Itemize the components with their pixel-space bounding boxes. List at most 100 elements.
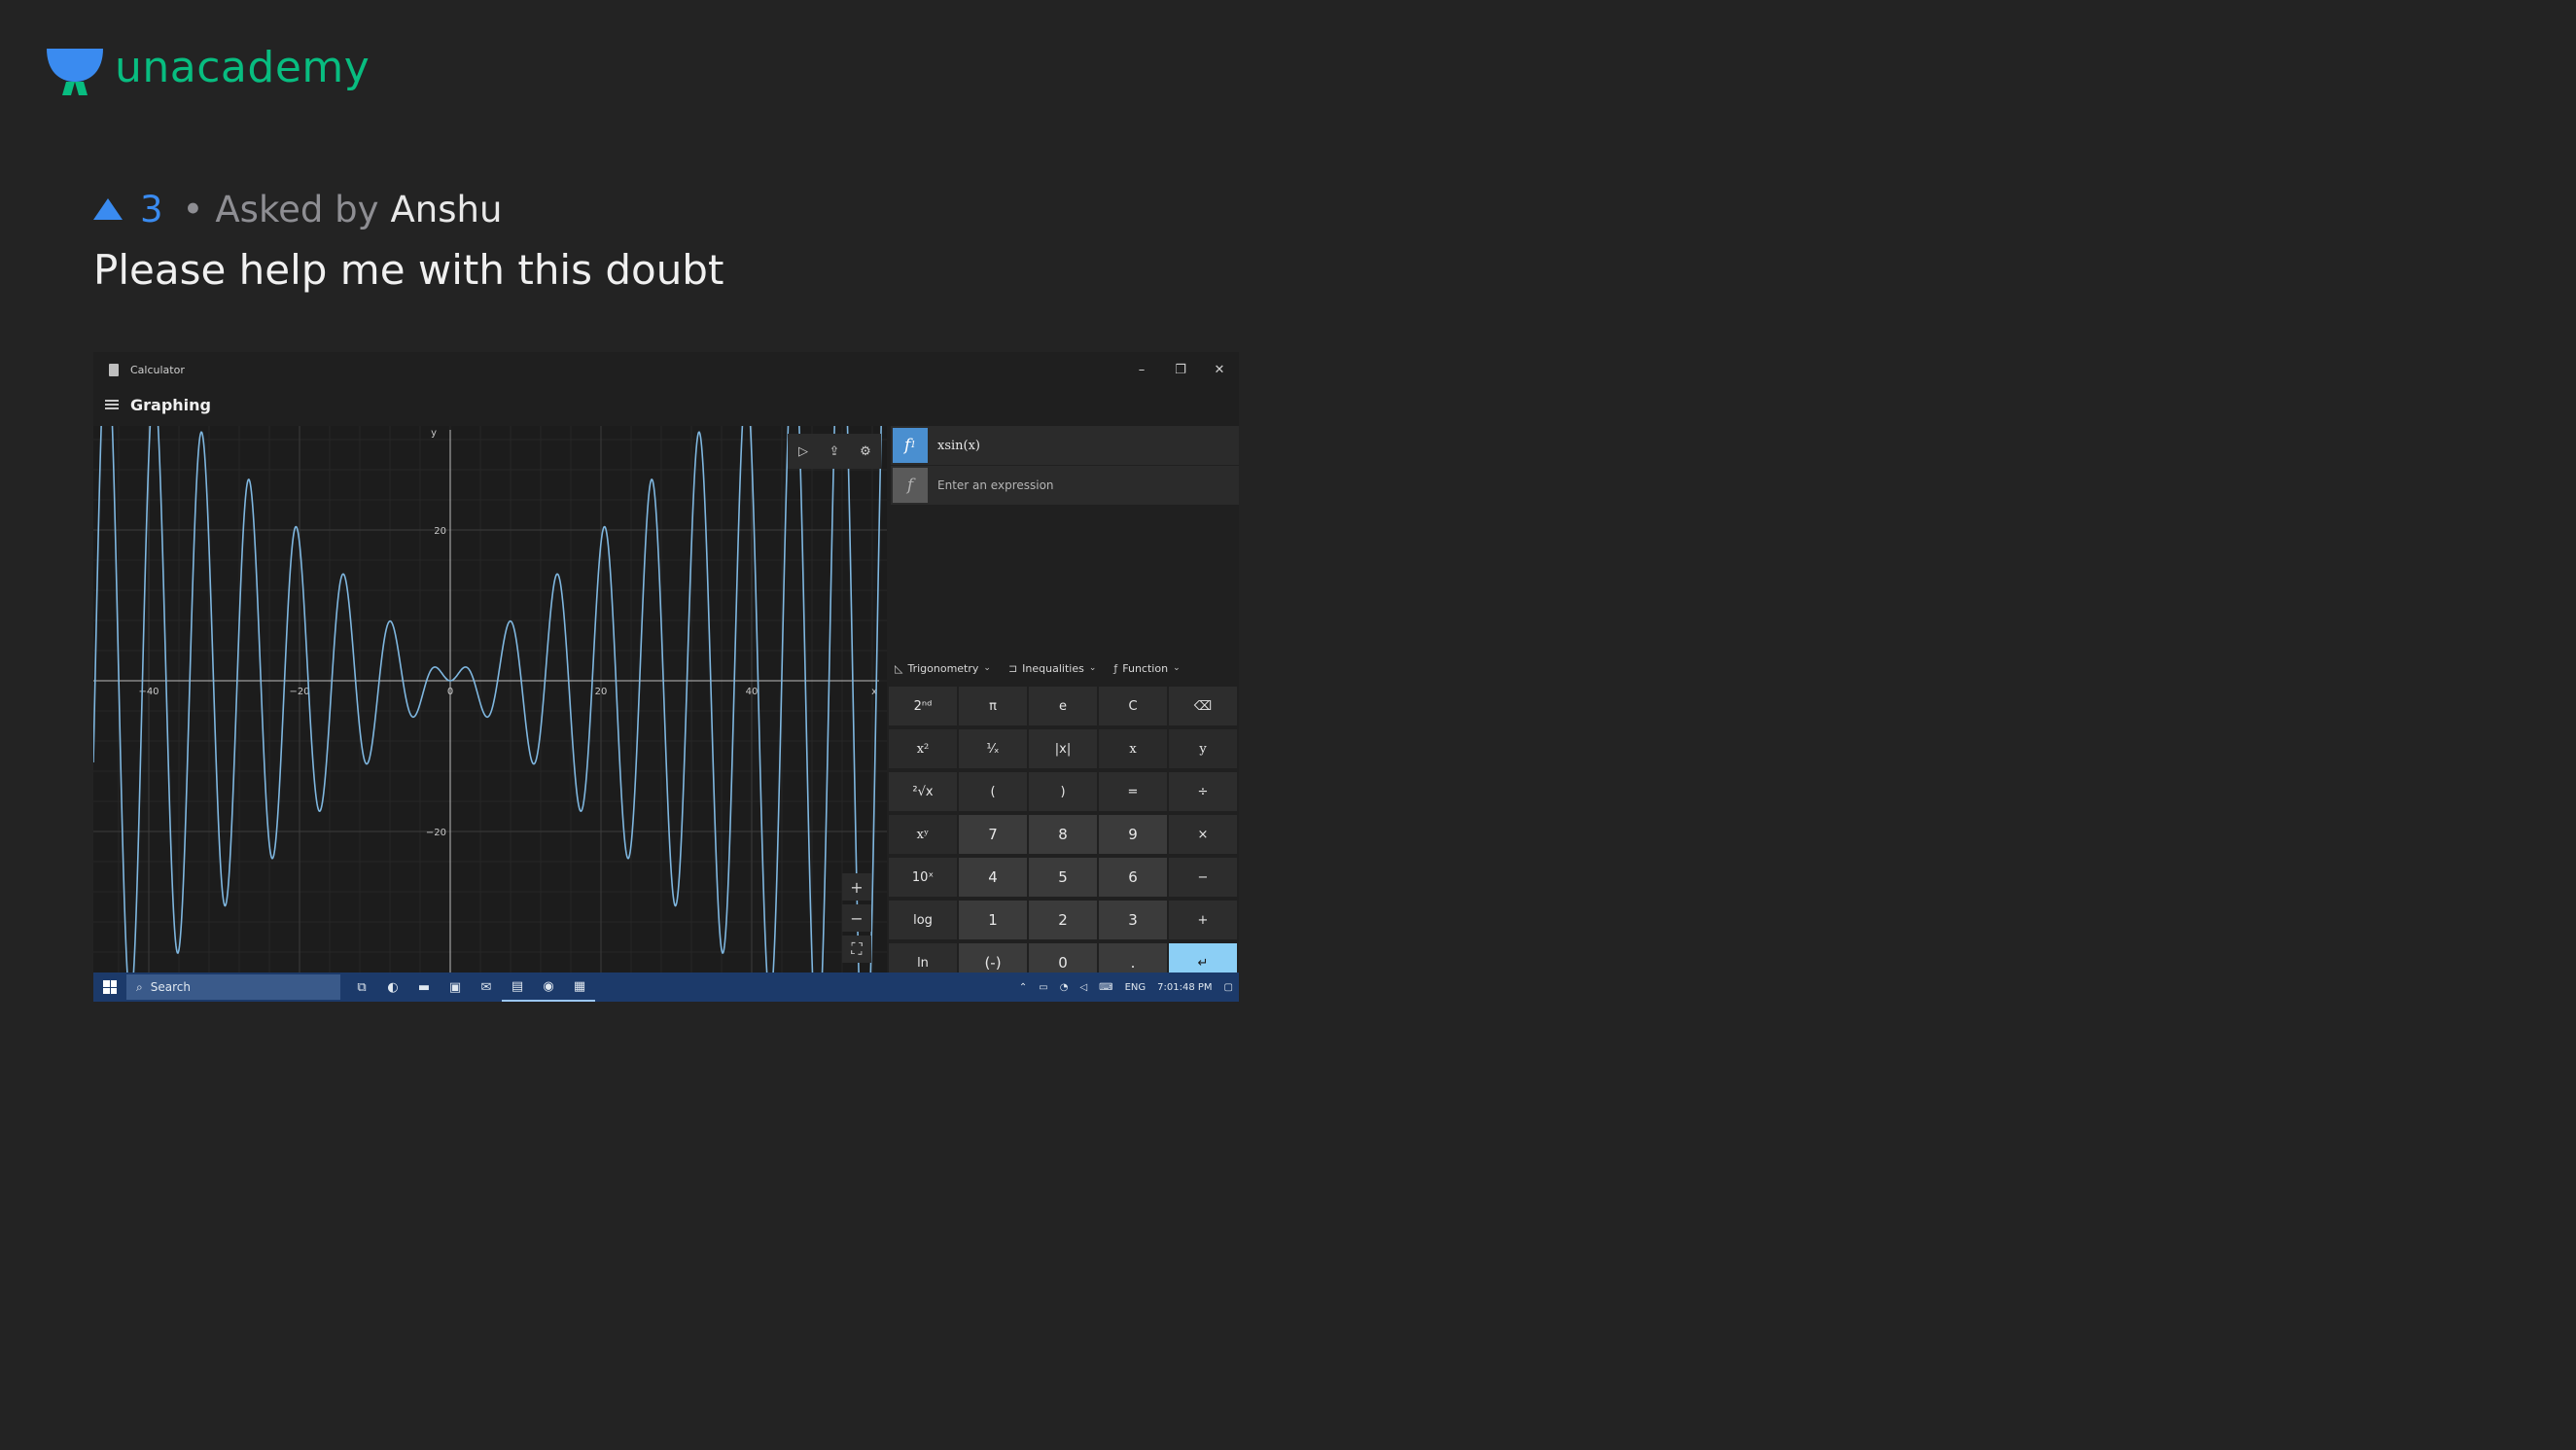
key-button[interactable]: × xyxy=(1169,815,1237,854)
function-list: f1 xsin(x) f Enter an expression xyxy=(887,426,1239,506)
asked-by-label: Asked by xyxy=(215,188,379,230)
key-button[interactable]: x² xyxy=(889,729,957,768)
key-button[interactable]: y xyxy=(1169,729,1237,768)
upvote-icon[interactable] xyxy=(93,198,123,220)
key-button[interactable]: 10ˣ xyxy=(889,858,957,897)
function-empty-swatch: f xyxy=(893,468,928,503)
function-expression[interactable]: xsin(x) xyxy=(937,439,980,453)
graph-toolbar: ▷ ⇪ ⚙ xyxy=(788,434,881,469)
file-explorer-icon[interactable]: ▬ xyxy=(408,973,440,1002)
inequalities-menu[interactable]: ⊐ Inequalities ⌄ xyxy=(1008,662,1096,675)
key-button[interactable]: 1 xyxy=(959,901,1027,939)
notifications-icon[interactable]: ▢ xyxy=(1224,982,1233,993)
key-button[interactable]: ÷ xyxy=(1169,772,1237,811)
key-button[interactable]: x xyxy=(1099,729,1167,768)
trigonometry-icon: ◺ xyxy=(895,661,903,675)
key-button[interactable]: 4 xyxy=(959,858,1027,897)
chevron-up-icon[interactable]: ⌃ xyxy=(1019,982,1027,993)
key-button[interactable]: ) xyxy=(1029,772,1097,811)
function-row[interactable]: f1 xsin(x) xyxy=(891,426,1239,465)
key-button[interactable]: 7 xyxy=(959,815,1027,854)
x-tick-label: 20 xyxy=(595,687,608,697)
key-button[interactable]: + xyxy=(1169,901,1237,939)
question-image[interactable]: Calculator – ❐ ✕ Graphing x y −40 −20 0 20 40 2… xyxy=(93,352,1239,1002)
trigonometry-menu[interactable]: ◺ Trigonometry ⌄ xyxy=(895,662,991,675)
y-axis-label: y xyxy=(431,428,437,439)
function-label: Function xyxy=(1122,661,1169,675)
function-menu[interactable]: ƒ Function ⌄ xyxy=(1113,662,1180,675)
trigonometry-label: Trigonometry xyxy=(907,661,979,675)
calculator-header: Graphing xyxy=(93,389,211,420)
key-button[interactable]: 2ⁿᵈ xyxy=(889,687,957,725)
store-icon[interactable]: ▣ xyxy=(440,973,471,1002)
key-button[interactable]: ( xyxy=(959,772,1027,811)
language-indicator[interactable]: ENG xyxy=(1125,982,1147,993)
trace-icon[interactable]: ▷ xyxy=(792,440,815,463)
inequalities-label: Inequalities xyxy=(1022,661,1084,675)
key-button[interactable]: = xyxy=(1099,772,1167,811)
zoom-in-button[interactable]: + xyxy=(842,873,871,901)
chevron-down-icon: ⌄ xyxy=(983,663,991,673)
chevron-down-icon: ⌄ xyxy=(1088,663,1097,673)
key-button[interactable]: e xyxy=(1029,687,1097,725)
key-button[interactable]: log xyxy=(889,901,957,939)
function-row-empty[interactable]: f Enter an expression xyxy=(891,466,1239,505)
app-icon[interactable]: ▤ xyxy=(502,973,533,1002)
x-tick-label: −20 xyxy=(289,687,309,697)
author-name[interactable]: Anshu xyxy=(390,189,502,230)
close-button[interactable]: ✕ xyxy=(1200,352,1239,387)
volume-icon[interactable]: ◁ xyxy=(1079,982,1087,993)
key-button[interactable]: C xyxy=(1099,687,1167,725)
key-button[interactable]: 3 xyxy=(1099,901,1167,939)
key-button[interactable]: ¹⁄ₓ xyxy=(959,729,1027,768)
keyboard-icon[interactable]: ⌨ xyxy=(1099,982,1112,993)
function-color-swatch[interactable]: f1 xyxy=(893,428,928,463)
windows-taskbar: ⌕ Search ⧉ ◐ ▬ ▣ ✉ ▤ ◉ ▦ ⌃ ▭ ◔ ◁ ⌨ ENG 7… xyxy=(93,973,1239,1002)
calculator-app-icon xyxy=(109,363,119,376)
zoom-out-button[interactable]: − xyxy=(842,904,871,932)
clock[interactable]: 7:01:48 PM xyxy=(1157,982,1212,993)
expression-input[interactable]: Enter an expression xyxy=(937,478,1054,492)
graph-canvas[interactable]: x y −40 −20 0 20 40 20 −20 ▷ ⇪ ⚙ + − ⛶ xyxy=(93,426,887,973)
graph-plot: xy−40 −20 0 20 4020−20 xyxy=(93,426,887,973)
key-button[interactable]: − xyxy=(1169,858,1237,897)
key-button[interactable]: 5 xyxy=(1029,858,1097,897)
question-text: Please help me with this doubt xyxy=(93,246,724,294)
system-tray: ⌃ ▭ ◔ ◁ ⌨ ENG 7:01:48 PM ▢ xyxy=(1013,973,1239,1002)
key-button[interactable]: 8 xyxy=(1029,815,1097,854)
key-button[interactable]: xʸ xyxy=(889,815,957,854)
calculator-taskbar-icon[interactable]: ▦ xyxy=(564,973,595,1002)
restore-button[interactable]: ❐ xyxy=(1161,352,1200,387)
y-tick-label: 20 xyxy=(434,526,446,537)
taskbar-search-label: Search xyxy=(150,980,191,994)
edge-icon[interactable]: ◐ xyxy=(377,973,408,1002)
key-button[interactable]: ²√x xyxy=(889,772,957,811)
function-icon: ƒ xyxy=(1113,661,1118,675)
network-icon[interactable]: ◔ xyxy=(1060,982,1069,993)
x-tick-label: 0 xyxy=(447,687,453,697)
zoom-fit-button[interactable]: ⛶ xyxy=(842,936,871,963)
key-button[interactable]: 9 xyxy=(1099,815,1167,854)
function-subscript: 1 xyxy=(910,441,917,450)
start-button[interactable] xyxy=(93,973,126,1002)
taskbar-search[interactable]: ⌕ Search xyxy=(126,974,340,1000)
calculator-mode-title: Graphing xyxy=(130,395,211,414)
calculator-titlebar: Calculator xyxy=(93,352,1239,387)
minimize-button[interactable]: – xyxy=(1122,352,1161,387)
battery-icon[interactable]: ▭ xyxy=(1039,982,1047,993)
x-tick-label: 40 xyxy=(746,687,759,697)
keypad: 2ⁿᵈ π e C ⌫ x² ¹⁄ₓ |x| x y ²√x() = ÷ xʸ 7 8 9 × 10ˣ 4 5 6− log… xyxy=(889,687,1237,982)
key-button[interactable]: 6 xyxy=(1099,858,1167,897)
task-view-icon[interactable]: ⧉ xyxy=(346,973,377,1002)
key-button[interactable]: |x| xyxy=(1029,729,1097,768)
hamburger-menu-icon[interactable] xyxy=(105,400,119,409)
key-button[interactable]: ⌫ xyxy=(1169,687,1237,725)
chrome-icon[interactable]: ◉ xyxy=(533,973,564,1002)
key-button[interactable]: 2 xyxy=(1029,901,1097,939)
unacademy-logo[interactable]: unacademy xyxy=(45,43,370,97)
keypad-menus: ◺ Trigonometry ⌄ ⊐ Inequalities ⌄ ƒ Func… xyxy=(887,655,1239,681)
mail-icon[interactable]: ✉ xyxy=(471,973,502,1002)
graph-settings-icon[interactable]: ⚙ xyxy=(854,440,877,463)
key-button[interactable]: π xyxy=(959,687,1027,725)
share-icon[interactable]: ⇪ xyxy=(823,440,846,463)
